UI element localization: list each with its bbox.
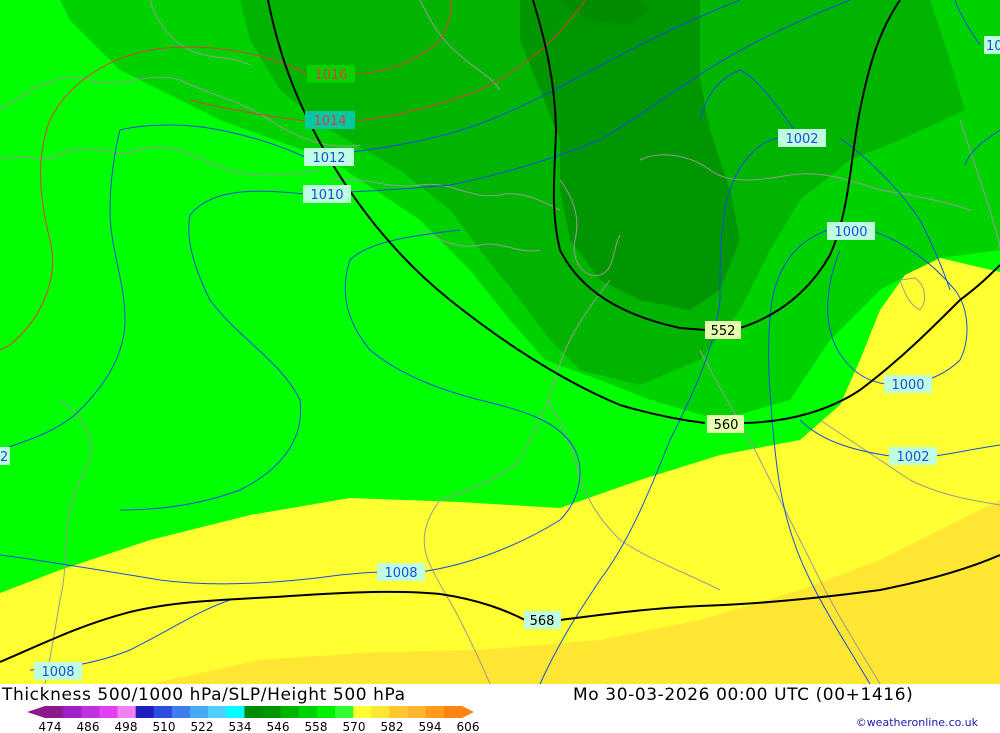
colour-legend: 474 486 498 510 522 534 546 558 570 582 594 606 bbox=[27, 706, 480, 733]
legend-tick-label: 534 bbox=[229, 720, 252, 733]
svg-text:1002: 1002 bbox=[785, 132, 818, 147]
legend-swatch bbox=[99, 706, 119, 718]
isobar-label-1002-north: 1002 bbox=[778, 129, 826, 147]
isobar-label-1012: 1012 bbox=[304, 148, 354, 166]
svg-text:1014: 1014 bbox=[313, 114, 346, 129]
legend-swatch bbox=[208, 706, 227, 718]
legend-tick-label: 570 bbox=[343, 720, 366, 733]
isobar-label-1000-north: 1000 bbox=[827, 222, 875, 240]
isobar-label-1010: 1010 bbox=[303, 185, 351, 203]
legend-swatch bbox=[244, 706, 264, 718]
legend-swatch bbox=[226, 706, 245, 718]
legend-swatch bbox=[443, 706, 463, 718]
svg-text:1016: 1016 bbox=[314, 68, 347, 83]
isobar-label-1000-east: 1000 bbox=[884, 375, 932, 393]
height-label-568: 568 bbox=[524, 611, 561, 629]
legend-tick-label: 510 bbox=[153, 720, 176, 733]
legend-arrow-low bbox=[27, 706, 45, 718]
legend-swatch bbox=[353, 706, 372, 718]
legend-tick-label: 486 bbox=[77, 720, 100, 733]
legend-swatch bbox=[63, 706, 82, 718]
svg-text:1012: 1012 bbox=[312, 151, 345, 166]
map-footer: Thickness 500/1000 hPa/SLP/Height 500 hP… bbox=[0, 684, 1000, 733]
map-datetime: Mo 30-03-2026 00:00 UTC (00+1416) bbox=[573, 685, 914, 705]
legend-swatch bbox=[371, 706, 390, 718]
legend-tick-label: 558 bbox=[305, 720, 328, 733]
svg-text:1002: 1002 bbox=[896, 450, 929, 465]
height-label-552: 552 bbox=[705, 321, 741, 339]
map-title: Thickness 500/1000 hPa/SLP/Height 500 hP… bbox=[2, 685, 406, 705]
legend-swatch bbox=[280, 706, 300, 718]
legend-bar bbox=[27, 706, 474, 718]
legend-tick-label: 546 bbox=[267, 720, 290, 733]
legend-swatch bbox=[389, 706, 409, 718]
svg-text:1010: 1010 bbox=[310, 188, 343, 203]
legend-swatch bbox=[81, 706, 100, 718]
height-label-560: 560 bbox=[707, 415, 744, 433]
isobar-label-1002-east: 1002 bbox=[889, 447, 937, 465]
legend-swatch bbox=[171, 706, 191, 718]
isobar-label-edge-west: 2 bbox=[0, 447, 10, 465]
svg-text:552: 552 bbox=[711, 324, 736, 339]
legend-swatch bbox=[316, 706, 336, 718]
legend-swatch bbox=[425, 706, 445, 718]
legend-arrow-high bbox=[462, 706, 474, 718]
isobar-label-edge-northeast: 10 bbox=[984, 36, 1000, 54]
legend-swatch bbox=[153, 706, 173, 718]
legend-tick-label: 522 bbox=[191, 720, 214, 733]
legend-tick-label: 498 bbox=[115, 720, 138, 733]
legend-tick-label: 594 bbox=[419, 720, 442, 733]
weather-map: 1016 1014 1012 1010 1002 1000 1000 1002 … bbox=[0, 0, 1000, 684]
legend-swatch bbox=[262, 706, 282, 718]
legend-swatch bbox=[45, 706, 64, 718]
svg-text:560: 560 bbox=[714, 418, 739, 433]
legend-tick-label: 582 bbox=[381, 720, 404, 733]
isobar-label-1008-centre: 1008 bbox=[377, 563, 425, 581]
svg-text:568: 568 bbox=[530, 614, 555, 629]
legend-swatch bbox=[407, 706, 427, 718]
credit: ©weatheronline.co.uk bbox=[855, 716, 978, 729]
svg-text:1008: 1008 bbox=[41, 665, 74, 680]
legend-swatch bbox=[335, 706, 354, 718]
svg-text:10: 10 bbox=[986, 39, 1000, 54]
svg-text:1008: 1008 bbox=[384, 566, 417, 581]
legend-tick-label: 474 bbox=[39, 720, 62, 733]
legend-swatch bbox=[135, 706, 155, 718]
legend-swatch bbox=[298, 706, 318, 718]
legend-swatch bbox=[190, 706, 209, 718]
isobar-label-1014: 1014 bbox=[305, 111, 355, 129]
svg-text:1000: 1000 bbox=[891, 378, 924, 393]
isobar-label-1016: 1016 bbox=[307, 65, 355, 83]
isobar-label-1008-west: 1008 bbox=[34, 662, 82, 680]
legend-swatch bbox=[117, 706, 137, 718]
svg-text:2: 2 bbox=[0, 450, 8, 465]
legend-tick-label: 606 bbox=[457, 720, 480, 733]
svg-text:1000: 1000 bbox=[834, 225, 867, 240]
legend-ticks: 474 486 498 510 522 534 546 558 570 582 594 606 bbox=[39, 720, 480, 733]
